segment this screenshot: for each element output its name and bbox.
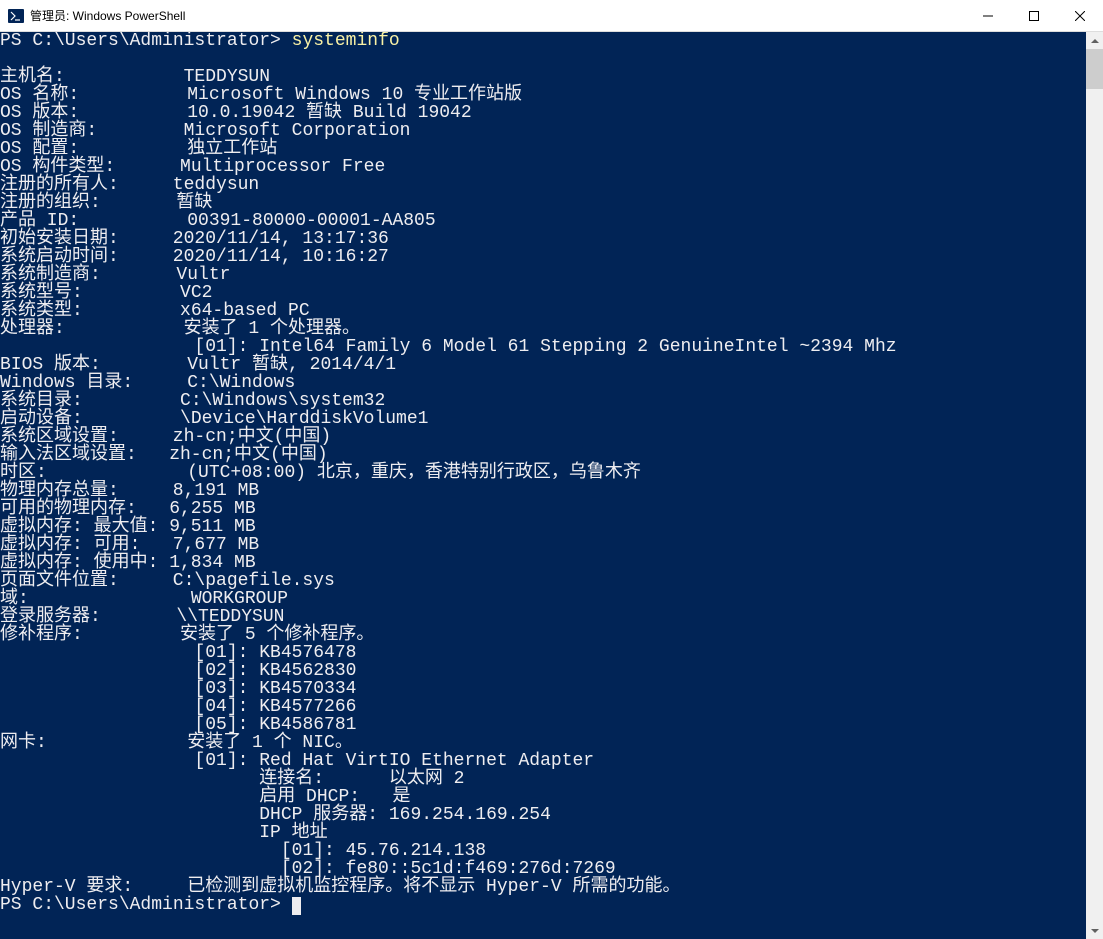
systeminfo-line: [01]: Red Hat VirtIO Ethernet Adapter (0, 752, 1086, 770)
systeminfo-line: OS 制造商: Microsoft Corporation (0, 122, 1086, 140)
systeminfo-line: 可用的物理内存: 6,255 MB (0, 500, 1086, 518)
systeminfo-line: [01]: Intel64 Family 6 Model 61 Stepping… (0, 338, 1086, 356)
systeminfo-line: OS 名称: Microsoft Windows 10 专业工作站版 (0, 86, 1086, 104)
systeminfo-line: OS 构件类型: Multiprocessor Free (0, 158, 1086, 176)
systeminfo-line: 初始安装日期: 2020/11/14, 13:17:36 (0, 230, 1086, 248)
window-controls (965, 0, 1103, 31)
systeminfo-line: 输入法区域设置: zh-cn;中文(中国) (0, 446, 1086, 464)
systeminfo-line: 网卡: 安装了 1 个 NIC。 (0, 734, 1086, 752)
systeminfo-line: 页面文件位置: C:\pagefile.sys (0, 572, 1086, 590)
systeminfo-line: 系统制造商: Vultr (0, 266, 1086, 284)
systeminfo-line: DHCP 服务器: 169.254.169.254 (0, 806, 1086, 824)
systeminfo-line: OS 配置: 独立工作站 (0, 140, 1086, 158)
systeminfo-line: 处理器: 安装了 1 个处理器。 (0, 320, 1086, 338)
systeminfo-line: 时区: (UTC+08:00) 北京，重庆，香港特别行政区，乌鲁木齐 (0, 464, 1086, 482)
systeminfo-line: 系统目录: C:\Windows\system32 (0, 392, 1086, 410)
systeminfo-line: [01]: 45.76.214.138 (0, 842, 1086, 860)
cursor (292, 897, 301, 915)
blank-line (0, 50, 1086, 68)
scroll-track[interactable] (1086, 49, 1103, 922)
systeminfo-line: 系统类型: x64-based PC (0, 302, 1086, 320)
prompt-line: PS C:\Users\Administrator> (0, 896, 1086, 915)
prompt-line: PS C:\Users\Administrator> systeminfo (0, 32, 1086, 50)
systeminfo-line: 域: WORKGROUP (0, 590, 1086, 608)
window-title: 管理员: Windows PowerShell (30, 7, 965, 24)
systeminfo-line: [03]: KB4570334 (0, 680, 1086, 698)
systeminfo-line: 登录服务器: \\TEDDYSUN (0, 608, 1086, 626)
systeminfo-line: [02]: KB4562830 (0, 662, 1086, 680)
maximize-button[interactable] (1011, 0, 1057, 31)
systeminfo-line: 虚拟内存: 使用中: 1,834 MB (0, 554, 1086, 572)
systeminfo-line: [02]: fe80::5c1d:f469:276d:7269 (0, 860, 1086, 878)
systeminfo-line: Windows 目录: C:\Windows (0, 374, 1086, 392)
systeminfo-line: 虚拟内存: 最大值: 9,511 MB (0, 518, 1086, 536)
systeminfo-line: IP 地址 (0, 824, 1086, 842)
systeminfo-line: 系统启动时间: 2020/11/14, 10:16:27 (0, 248, 1086, 266)
titlebar[interactable]: 管理员: Windows PowerShell (0, 0, 1103, 32)
minimize-button[interactable] (965, 0, 1011, 31)
vertical-scrollbar[interactable] (1086, 32, 1103, 939)
systeminfo-line: 连接名: 以太网 2 (0, 770, 1086, 788)
scroll-up-arrow[interactable] (1086, 32, 1103, 49)
systeminfo-line: 产品 ID: 00391-80000-00001-AA805 (0, 212, 1086, 230)
systeminfo-line: [01]: KB4576478 (0, 644, 1086, 662)
console-area: PS C:\Users\Administrator> systeminfo 主机… (0, 32, 1103, 939)
systeminfo-line: BIOS 版本: Vultr 暂缺, 2014/4/1 (0, 356, 1086, 374)
systeminfo-line: [05]: KB4586781 (0, 716, 1086, 734)
systeminfo-line: 系统区域设置: zh-cn;中文(中国) (0, 428, 1086, 446)
systeminfo-line: 启用 DHCP: 是 (0, 788, 1086, 806)
systeminfo-line: 主机名: TEDDYSUN (0, 68, 1086, 86)
close-button[interactable] (1057, 0, 1103, 31)
systeminfo-line: 系统型号: VC2 (0, 284, 1086, 302)
terminal-output[interactable]: PS C:\Users\Administrator> systeminfo 主机… (0, 32, 1086, 939)
systeminfo-line: 注册的所有人: teddysun (0, 176, 1086, 194)
systeminfo-line: Hyper-V 要求: 已检测到虚拟机监控程序。将不显示 Hyper-V 所需的… (0, 878, 1086, 896)
scroll-thumb[interactable] (1086, 49, 1103, 89)
systeminfo-line: [04]: KB4577266 (0, 698, 1086, 716)
powershell-icon (8, 8, 24, 24)
systeminfo-line: 启动设备: \Device\HarddiskVolume1 (0, 410, 1086, 428)
systeminfo-line: 注册的组织: 暂缺 (0, 194, 1086, 212)
scroll-down-arrow[interactable] (1086, 922, 1103, 939)
systeminfo-line: 修补程序: 安装了 5 个修补程序。 (0, 626, 1086, 644)
systeminfo-line: 虚拟内存: 可用: 7,677 MB (0, 536, 1086, 554)
systeminfo-line: 物理内存总量: 8,191 MB (0, 482, 1086, 500)
systeminfo-line: OS 版本: 10.0.19042 暂缺 Build 19042 (0, 104, 1086, 122)
